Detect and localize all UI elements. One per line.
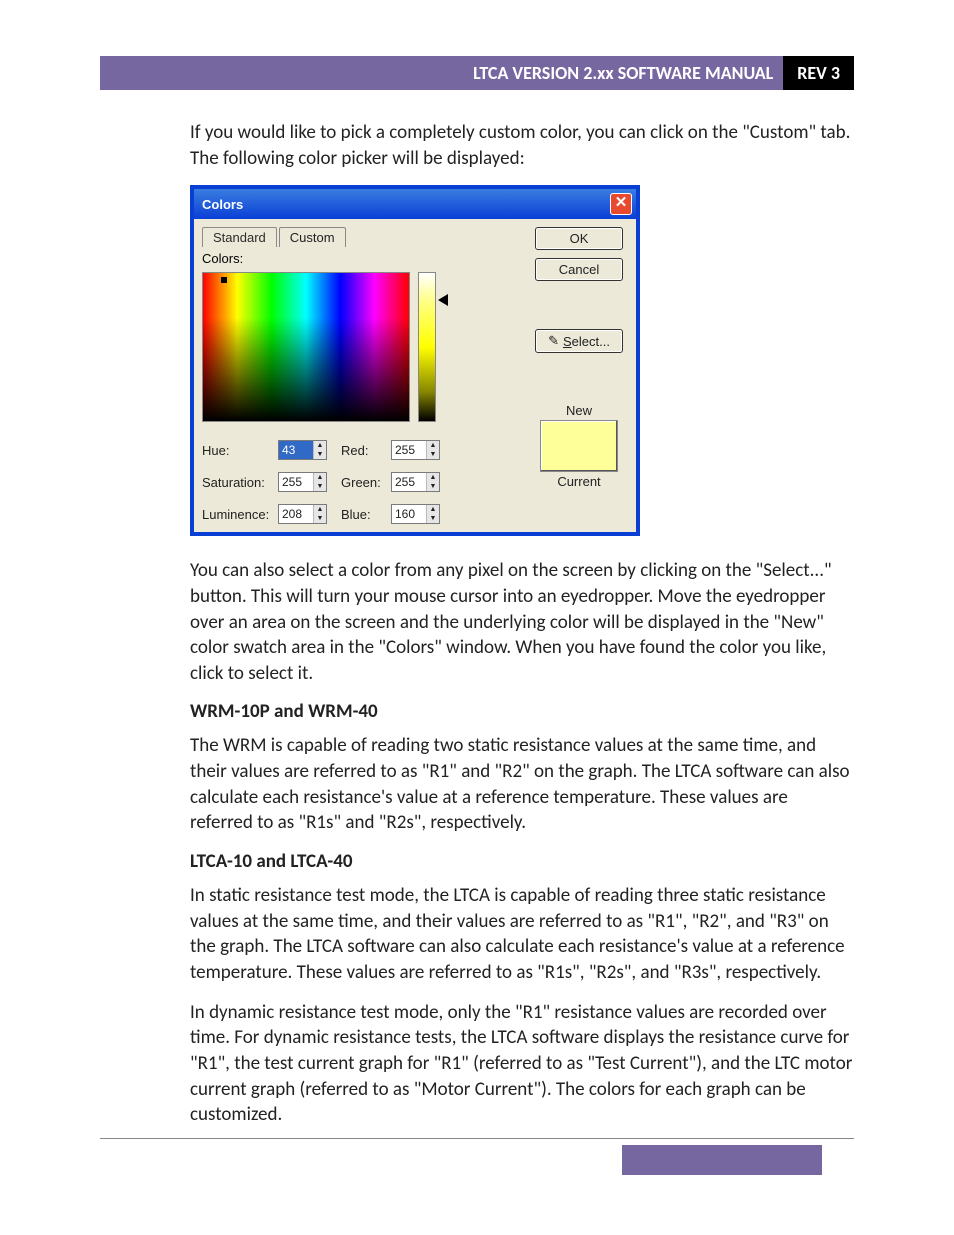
spinner-up-icon[interactable]: ▲ (427, 441, 439, 450)
colors-dialog: Colors ✕ Standard Custom Colors: (190, 185, 640, 536)
blue-spinner[interactable]: 160 ▲▼ (391, 504, 440, 524)
blue-value: 160 (392, 505, 426, 523)
luminence-label: Luminence: (202, 507, 272, 522)
eyedropper-icon: ✎ (548, 333, 559, 349)
hue-spinner[interactable]: 43 ▲▼ (278, 440, 327, 460)
select-rest-text: elect... (572, 334, 610, 349)
luminence-value: 208 (279, 505, 313, 523)
saturation-label: Saturation: (202, 475, 272, 490)
after-dialog-paragraph: You can also select a color from any pix… (190, 558, 854, 686)
saturation-value: 255 (279, 473, 313, 491)
red-label: Red: (341, 443, 385, 458)
spinner-down-icon[interactable]: ▼ (427, 450, 439, 459)
green-spinner[interactable]: 255 ▲▼ (391, 472, 440, 492)
spinner-down-icon[interactable]: ▼ (314, 514, 326, 523)
select-underline-char: S (563, 334, 572, 349)
colors-label: Colors: (202, 251, 530, 266)
spinner-down-icon[interactable]: ▼ (427, 482, 439, 491)
document-page: LTCA VERSION 2.xx SOFTWARE MANUAL REV 3 … (0, 0, 954, 1235)
ltca-heading: LTCA-10 and LTCA-40 (190, 850, 854, 873)
page-footer: 12 (100, 1138, 854, 1175)
spinner-up-icon[interactable]: ▲ (427, 505, 439, 514)
spinner-up-icon[interactable]: ▲ (314, 441, 326, 450)
picker-cursor (221, 277, 227, 283)
ltca-paragraph-1: In static resistance test mode, the LTCA… (190, 883, 854, 986)
hue-label: Hue: (202, 443, 272, 458)
green-label: Green: (341, 475, 385, 490)
spinner-down-icon[interactable]: ▼ (427, 514, 439, 523)
page-header: LTCA VERSION 2.xx SOFTWARE MANUAL REV 3 (100, 56, 854, 90)
red-value: 255 (392, 441, 426, 459)
saturation-spinner[interactable]: 255 ▲▼ (278, 472, 327, 492)
luminance-arrow-icon (438, 294, 448, 306)
green-value: 255 (392, 473, 426, 491)
page-number: 12 (822, 1145, 854, 1175)
close-icon: ✕ (615, 194, 628, 211)
spinner-up-icon[interactable]: ▲ (427, 473, 439, 482)
ok-button[interactable]: OK (535, 227, 623, 250)
luminance-slider[interactable] (418, 272, 436, 422)
new-swatch-label: New (566, 403, 592, 418)
header-rev: REV 3 (783, 56, 854, 90)
dialog-title: Colors (202, 197, 243, 212)
select-eyedropper-button[interactable]: ✎ Select... (535, 329, 623, 353)
red-spinner[interactable]: 255 ▲▼ (391, 440, 440, 460)
tab-custom[interactable]: Custom (279, 227, 346, 247)
spinner-up-icon[interactable]: ▲ (314, 473, 326, 482)
dialog-titlebar: Colors ✕ (194, 189, 636, 219)
ltca-paragraph-2: In dynamic resistance test mode, only th… (190, 1000, 854, 1128)
luminence-spinner[interactable]: 208 ▲▼ (278, 504, 327, 524)
tab-standard[interactable]: Standard (202, 227, 277, 247)
color-gradient-picker[interactable] (202, 272, 410, 422)
dialog-tabs: Standard Custom (202, 227, 530, 247)
spinner-down-icon[interactable]: ▼ (314, 450, 326, 459)
current-swatch-label: Current (557, 474, 600, 489)
cancel-button[interactable]: Cancel (535, 258, 623, 281)
spinner-down-icon[interactable]: ▼ (314, 482, 326, 491)
hue-value: 43 (279, 441, 313, 459)
header-title: LTCA VERSION 2.xx SOFTWARE MANUAL (100, 56, 783, 90)
close-button[interactable]: ✕ (610, 193, 632, 215)
color-swatch-preview (540, 420, 618, 472)
wrm-paragraph: The WRM is capable of reading two static… (190, 733, 854, 836)
intro-paragraph: If you would like to pick a completely c… (190, 120, 854, 171)
blue-label: Blue: (341, 507, 385, 522)
wrm-heading: WRM-10P and WRM-40 (190, 700, 854, 723)
spinner-up-icon[interactable]: ▲ (314, 505, 326, 514)
